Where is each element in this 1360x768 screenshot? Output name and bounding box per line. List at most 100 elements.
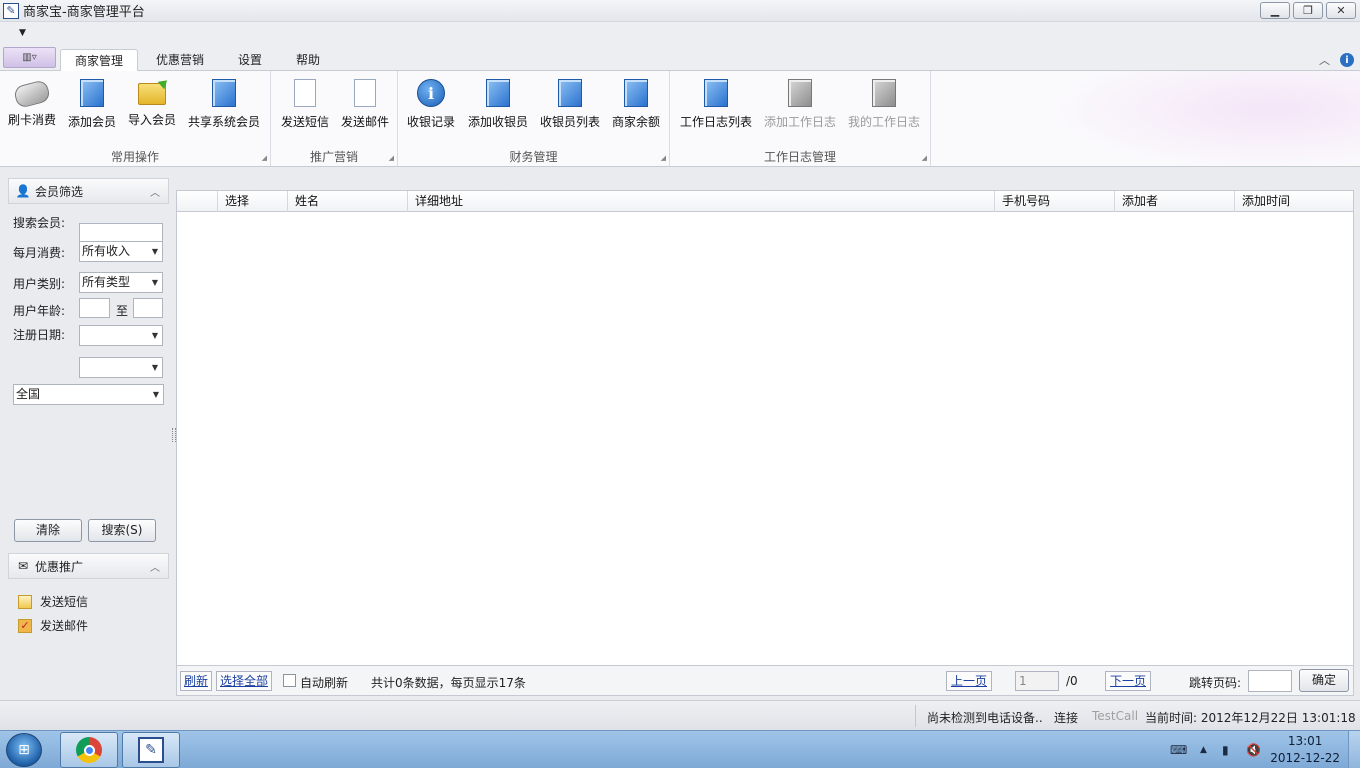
show-desktop-button[interactable]: [1348, 731, 1360, 768]
table-header: 选择 姓名 详细地址 手机号码 添加者 添加时间: [177, 191, 1353, 212]
taskbar-app-button[interactable]: ✎: [122, 732, 180, 768]
current-page-input[interactable]: 1: [1015, 671, 1059, 691]
title-bar: ✎ 商家宝-商家管理平台 ▁ ❐ ✕: [0, 0, 1360, 22]
close-button[interactable]: ✕: [1326, 2, 1356, 19]
status-separator: [915, 705, 916, 727]
age-to-label: 至: [116, 304, 129, 318]
volume-muted-icon[interactable]: 🔇: [1246, 743, 1261, 757]
app-menu-button[interactable]: ▥▿: [3, 47, 56, 68]
next-page-button[interactable]: 下一页: [1105, 671, 1151, 691]
user-type-label: 用户类别:: [13, 277, 66, 291]
clear-button[interactable]: 清除: [14, 519, 82, 542]
region-select[interactable]: 全国 ▼: [13, 384, 164, 405]
cash-records-button[interactable]: i 收银记录: [404, 77, 458, 137]
tab-help[interactable]: 帮助: [286, 49, 330, 72]
user-type-value: 所有类型: [82, 275, 131, 289]
swipe-card-button[interactable]: 刷卡消费: [4, 77, 60, 137]
minimize-button[interactable]: ▁: [1260, 2, 1290, 19]
taskbar-clock[interactable]: 13:01 2012-12-22: [1270, 733, 1340, 767]
keyboard-icon[interactable]: ⌨: [1170, 743, 1187, 757]
tab-promotion-marketing[interactable]: 优惠营销: [148, 49, 212, 72]
chevron-up-icon[interactable]: ︿: [150, 184, 160, 199]
worklog-list-icon: [704, 79, 728, 107]
add-worklog-icon: [788, 79, 812, 107]
age-from-input[interactable]: [79, 298, 110, 318]
column-name[interactable]: 姓名: [287, 191, 407, 212]
tab-settings[interactable]: 设置: [228, 49, 272, 72]
jump-page-input[interactable]: [1248, 670, 1292, 692]
my-worklog-icon: [872, 79, 896, 107]
group-label-finance: 财务管理: [509, 150, 558, 164]
merchant-balance-button[interactable]: 商家余额: [608, 77, 664, 137]
column-address[interactable]: 详细地址: [407, 191, 994, 212]
user-type-select[interactable]: 所有类型 ▼: [79, 272, 163, 293]
column-phone[interactable]: 手机号码: [994, 191, 1114, 212]
my-worklog-button[interactable]: 我的工作日志: [846, 77, 922, 137]
chevron-up-icon[interactable]: ︿: [150, 559, 160, 574]
column-added-time[interactable]: 添加时间: [1234, 191, 1354, 212]
cashier-list-label: 收银员列表: [539, 115, 600, 129]
jump-page-label: 跳转页码:: [1189, 676, 1242, 690]
ribbon-group-promotion: 发送短信 发送邮件 推广营销 ◢: [271, 71, 398, 166]
confirm-jump-button[interactable]: 确定: [1299, 669, 1349, 692]
clock-time: 13:01: [1287, 734, 1323, 748]
add-worklog-button[interactable]: 添加工作日志: [762, 77, 838, 137]
add-member-button[interactable]: 添加会员: [64, 77, 120, 137]
envelope-icon: ✉: [17, 559, 29, 573]
chrome-icon: [76, 737, 102, 763]
age-to-input[interactable]: [133, 298, 163, 318]
start-button-icon[interactable]: ⊞: [6, 733, 42, 767]
column-added-by[interactable]: 添加者: [1114, 191, 1234, 212]
tab-merchant-management[interactable]: 商家管理: [60, 49, 138, 72]
member-table: 选择 姓名 详细地址 手机号码 添加者 添加时间: [176, 190, 1354, 666]
group-launcher-icon[interactable]: ◢: [661, 154, 666, 162]
sms-envelope-icon: [18, 594, 32, 609]
ribbon-group-common: 刷卡消费 添加会员 导入会员 共享系统会员 常用操作 ◢: [0, 71, 271, 166]
promotion-header[interactable]: ✉ 优惠推广 ︿: [8, 553, 169, 579]
column-select[interactable]: 选择: [217, 191, 287, 212]
connect-link[interactable]: 连接: [1054, 709, 1078, 726]
ribbon-group-finance: i 收银记录 添加收银员 收银员列表 商家余额 财务管理 ◢: [398, 71, 670, 166]
group-launcher-icon[interactable]: ◢: [262, 154, 267, 162]
group-launcher-icon[interactable]: ◢: [389, 154, 394, 162]
monthly-spend-select[interactable]: 所有收入 ▼: [79, 241, 163, 262]
pager-bar: 刷新 选择全部 自动刷新 共计0条数据，每页显示17条 上一页 1 /0 下一页…: [176, 666, 1354, 696]
status-bar: 尚未检测到电话设备.. 连接 TestCall 当前时间: 2012年12月22…: [0, 700, 1360, 730]
current-time: 当前时间: 2012年12月22日 13:01:18: [1145, 711, 1356, 725]
group-launcher-icon[interactable]: ◢: [922, 154, 927, 162]
auto-refresh-checkbox[interactable]: [283, 674, 296, 687]
merchant-balance-label: 商家余额: [611, 115, 660, 129]
promo-send-email[interactable]: ✓ 发送邮件: [18, 617, 88, 634]
search-member-input[interactable]: [79, 223, 163, 243]
cashier-list-button[interactable]: 收银员列表: [538, 77, 602, 137]
add-cashier-button[interactable]: 添加收银员: [466, 77, 530, 137]
tray-expand-icon[interactable]: ▲: [1200, 745, 1207, 755]
prev-page-button[interactable]: 上一页: [946, 671, 992, 691]
register-date-end-select[interactable]: ▼: [79, 357, 163, 378]
select-all-link[interactable]: 选择全部: [216, 671, 273, 691]
send-sms-button[interactable]: 发送短信: [277, 77, 333, 137]
add-worklog-label: 添加工作日志: [763, 115, 836, 129]
refresh-link[interactable]: 刷新: [180, 671, 213, 691]
promo-send-sms[interactable]: 发送短信: [18, 593, 88, 610]
monthly-spend-value: 所有收入: [82, 244, 131, 258]
member-filter-header[interactable]: 👤 会员筛选 ︿: [8, 178, 169, 204]
tray-device-icon[interactable]: ▮: [1222, 743, 1229, 757]
send-email-button[interactable]: 发送邮件: [337, 77, 393, 137]
add-cashier-label: 添加收银员: [467, 115, 528, 129]
cashier-list-icon: [558, 79, 582, 107]
register-date-start-select[interactable]: ▼: [79, 325, 163, 346]
search-button[interactable]: 搜索(S): [88, 519, 156, 542]
swipe-card-label: 刷卡消费: [7, 113, 56, 127]
taskbar-chrome-button[interactable]: [60, 732, 118, 768]
share-system-member-button[interactable]: 共享系统会员: [186, 77, 262, 137]
group-label-worklog: 工作日志管理: [763, 150, 836, 164]
quick-access-dropdown-icon[interactable]: ▼: [19, 28, 26, 38]
import-member-button[interactable]: 导入会员: [124, 77, 180, 137]
ribbon-collapse-icon[interactable]: ︿: [1319, 52, 1330, 68]
info-icon[interactable]: i: [1340, 53, 1354, 67]
worklog-list-button[interactable]: 工作日志列表: [678, 77, 754, 137]
maximize-button[interactable]: ❐: [1293, 2, 1323, 19]
left-sidebar: 👤 会员筛选 ︿ 搜索会员: 每月消费: 所有收入 ▼ 用户类别: 所有类型 ▼…: [0, 168, 172, 700]
testcall-link[interactable]: TestCall: [1092, 709, 1138, 723]
